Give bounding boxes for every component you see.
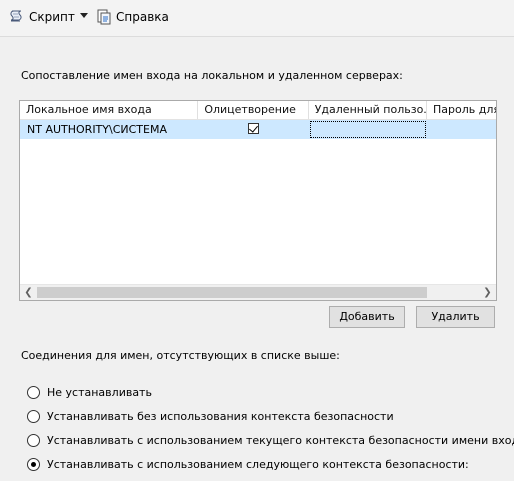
script-dropdown-arrow[interactable] <box>80 13 88 18</box>
script-icon <box>10 10 22 22</box>
column-header-impersonate[interactable]: Олицетворение <box>198 101 309 119</box>
column-header-local-login[interactable]: Локальное имя входа <box>20 101 199 119</box>
impersonate-checkbox[interactable] <box>248 123 260 134</box>
radio-label: Устанавливать без использования контекст… <box>47 409 394 423</box>
cell-impersonate[interactable] <box>198 120 308 139</box>
radio-button[interactable] <box>27 409 40 423</box>
column-header-password[interactable]: Пароль для <box>427 101 496 119</box>
script-button[interactable]: Скрипт <box>8 7 75 27</box>
scroll-left-icon[interactable]: ❮ <box>21 285 36 300</box>
radio-label: Устанавливать с использованием текущего … <box>47 433 514 447</box>
radio-label: Устанавливать с использованием следующег… <box>47 457 469 471</box>
column-header-remote-user[interactable]: Удаленный пользо... <box>309 101 427 119</box>
cell-remote-user[interactable] <box>309 120 427 139</box>
login-mapping-label: Сопоставление имен входа на локальном и … <box>21 69 403 82</box>
horizontal-scrollbar[interactable]: ❮ ❯ <box>20 284 496 300</box>
toolbar: Скрипт Справка <box>0 0 514 37</box>
radio-button-selected[interactable] <box>27 457 40 471</box>
radio-option-no-security-context[interactable]: Устанавливать без использования контекст… <box>27 408 394 424</box>
cell-local-login[interactable]: NT AUTHORITY\СИСТЕМА <box>20 120 198 139</box>
help-button[interactable]: Справка <box>95 7 169 27</box>
connections-label: Соединения для имен, отсутствующих в спи… <box>21 349 340 362</box>
radio-button[interactable] <box>27 433 40 447</box>
help-label: Справка <box>116 10 169 24</box>
radio-option-following-context[interactable]: Устанавливать с использованием следующег… <box>27 456 469 472</box>
login-mapping-grid[interactable]: Локальное имя входа Олицетворение Удален… <box>19 100 497 301</box>
grid-header: Локальное имя входа Олицетворение Удален… <box>20 101 496 120</box>
scroll-right-icon[interactable]: ❯ <box>480 285 495 300</box>
add-button[interactable]: Добавить <box>329 306 405 328</box>
remove-button[interactable]: Удалить <box>416 306 495 328</box>
radio-option-current-context[interactable]: Устанавливать с использованием текущего … <box>27 432 514 448</box>
table-row[interactable]: NT AUTHORITY\СИСТЕМА <box>20 120 496 139</box>
radio-label: Не устанавливать <box>47 385 152 399</box>
script-label: Скрипт <box>29 10 75 24</box>
cell-password[interactable] <box>427 120 496 139</box>
scroll-thumb[interactable] <box>37 287 427 298</box>
radio-button[interactable] <box>27 385 40 399</box>
radio-option-none[interactable]: Не устанавливать <box>27 384 152 400</box>
help-icon <box>97 9 111 25</box>
